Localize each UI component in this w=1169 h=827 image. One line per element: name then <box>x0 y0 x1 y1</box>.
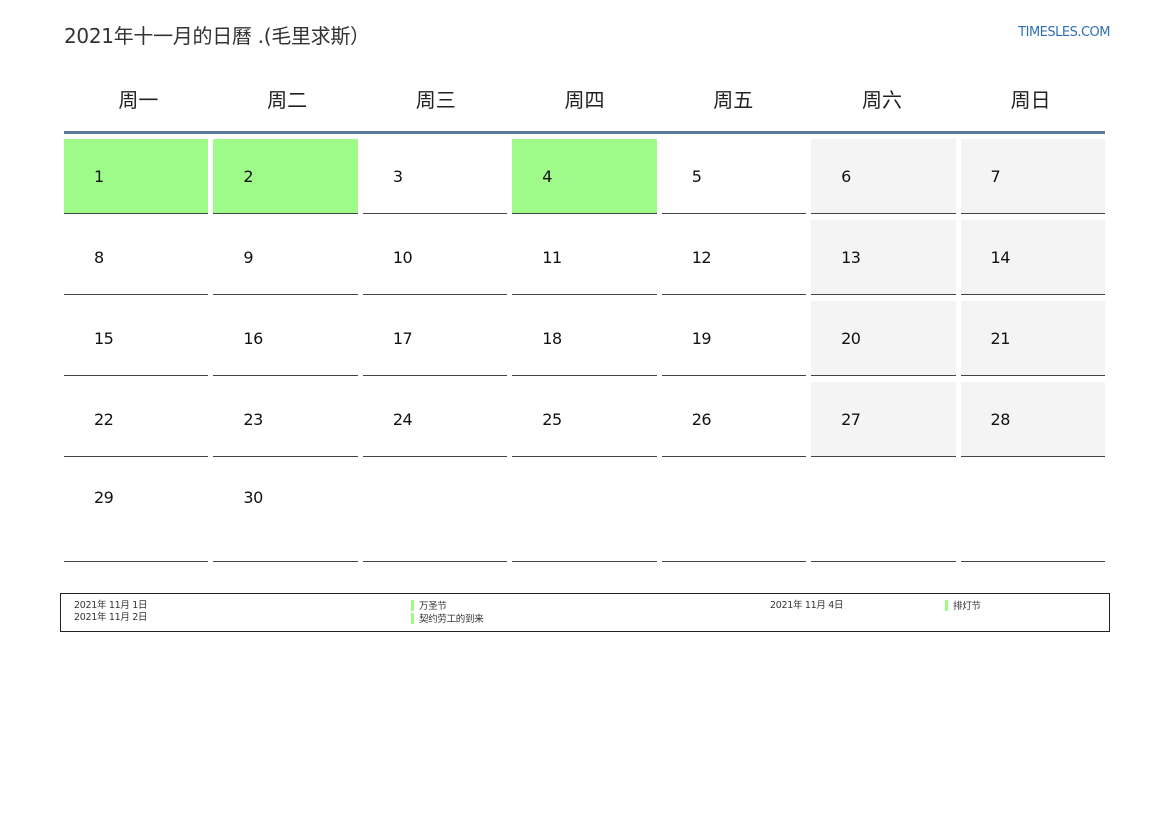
day-cell-weekend[interactable]: 27 <box>811 382 956 457</box>
day-cell[interactable]: 11 <box>512 220 657 295</box>
day-cell[interactable]: 19 <box>661 301 807 376</box>
day-cell-weekend[interactable]: 13 <box>811 220 956 295</box>
day-number: 15 <box>94 329 114 348</box>
day-number: 20 <box>841 329 861 348</box>
day-number: 4 <box>542 167 552 186</box>
day-cell-weekend[interactable]: 14 <box>960 220 1105 295</box>
weekday-header: 周一 周二 周三 周四 周五 周六 周日 <box>64 74 1105 130</box>
day-number: 27 <box>841 410 861 429</box>
legend-holiday: 契约劳工的到来 <box>411 613 484 626</box>
day-number: 16 <box>243 329 263 348</box>
day-cell-weekend[interactable]: 28 <box>960 382 1105 457</box>
day-number: 17 <box>392 329 413 348</box>
day-number: 25 <box>542 410 562 429</box>
legend-date: 2021年 11月 2日 <box>74 612 148 623</box>
day-number: 9 <box>243 248 254 267</box>
day-number: 3 <box>392 167 403 186</box>
weekday-mon: 周一 <box>118 88 159 112</box>
day-cell-holiday[interactable]: 4 <box>512 139 657 214</box>
weekday-fri: 周五 <box>713 88 754 112</box>
day-cell-weekend[interactable]: 7 <box>960 139 1105 214</box>
day-number: 24 <box>392 410 413 429</box>
weekday-sun: 周日 <box>1010 88 1051 112</box>
brand-link[interactable]: TIMESLES.COM <box>1018 25 1110 40</box>
legend-holiday-name: 万圣节 <box>419 601 447 612</box>
day-cell[interactable]: 24 <box>362 382 508 457</box>
weekday-wed: 周三 <box>415 88 456 112</box>
empty-day-cell <box>661 463 807 562</box>
page-title: 2021年十一月的日曆 .(毛里求斯） <box>64 24 370 48</box>
day-cell[interactable]: 23 <box>213 382 358 457</box>
day-cell[interactable]: 12 <box>661 220 807 295</box>
legend-holidays-left: 万圣节 契约劳工的到来 <box>411 600 484 626</box>
day-cell[interactable]: 22 <box>64 382 209 457</box>
day-number: 1 <box>94 167 104 186</box>
legend-holiday-name: 排灯节 <box>953 601 981 612</box>
legend-holiday: 万圣节 <box>411 600 483 613</box>
week-row: 29 30 <box>64 463 1105 562</box>
day-cell[interactable]: 26 <box>661 382 807 457</box>
day-number: 28 <box>990 410 1011 429</box>
day-number: 11 <box>542 248 562 267</box>
holiday-marker <box>945 600 948 611</box>
day-number: 10 <box>392 248 413 267</box>
calendar-grid: 1 2 3 4 5 6 7 8 9 10 11 12 13 14 15 16 1… <box>64 139 1105 568</box>
legend-dates-right: 2021年 11月 4日 <box>770 600 844 612</box>
day-cell[interactable]: 18 <box>512 301 657 376</box>
day-cell-weekend[interactable]: 6 <box>811 139 956 214</box>
legend-holidays-right: 排灯节 <box>945 600 981 613</box>
day-cell[interactable]: 25 <box>512 382 657 457</box>
week-row: 1 2 3 4 5 6 7 <box>64 139 1105 214</box>
day-cell[interactable]: 3 <box>362 139 508 214</box>
day-cell[interactable]: 15 <box>64 301 209 376</box>
weekday-tue: 周二 <box>267 88 308 112</box>
day-number: 23 <box>243 410 263 429</box>
day-cell[interactable]: 10 <box>362 220 508 295</box>
holiday-marker <box>411 613 414 624</box>
weekday-thu: 周四 <box>564 88 605 112</box>
day-number: 19 <box>691 329 712 348</box>
day-cell[interactable]: 8 <box>64 220 209 295</box>
day-number: 18 <box>542 329 562 348</box>
day-number: 2 <box>243 167 254 186</box>
legend-date: 2021年 11月 1日 <box>74 600 148 611</box>
day-number: 30 <box>243 488 263 507</box>
day-cell-holiday[interactable]: 1 <box>64 139 209 214</box>
day-cell-weekend[interactable]: 21 <box>960 301 1105 376</box>
day-cell[interactable]: 5 <box>661 139 807 214</box>
week-row: 22 23 24 25 26 27 28 <box>64 382 1105 457</box>
day-cell[interactable]: 29 <box>64 463 209 562</box>
day-number: 5 <box>691 167 702 186</box>
day-number: 29 <box>94 488 114 507</box>
legend-date: 2021年 11月 4日 <box>770 600 844 611</box>
week-row: 15 16 17 18 19 20 21 <box>64 301 1105 376</box>
day-number: 8 <box>94 248 104 267</box>
holiday-marker <box>411 600 414 611</box>
day-cell[interactable]: 9 <box>213 220 358 295</box>
day-number: 14 <box>990 248 1011 267</box>
weekday-sat: 周六 <box>861 88 902 112</box>
legend-holiday: 排灯节 <box>945 600 981 613</box>
empty-day-cell <box>960 463 1105 562</box>
empty-day-cell <box>512 463 657 562</box>
day-cell[interactable]: 30 <box>213 463 358 562</box>
day-number: 13 <box>841 248 861 267</box>
header-divider <box>64 131 1105 134</box>
day-cell-weekend[interactable]: 20 <box>811 301 956 376</box>
legend-holiday-name: 契约劳工的到来 <box>419 614 484 625</box>
day-cell[interactable]: 16 <box>213 301 358 376</box>
empty-day-cell <box>362 463 508 562</box>
empty-day-cell <box>811 463 956 562</box>
day-number: 21 <box>990 329 1011 348</box>
legend-dates-left: 2021年 11月 1日 2021年 11月 2日 <box>74 600 148 624</box>
day-cell[interactable]: 17 <box>362 301 508 376</box>
day-number: 6 <box>841 167 851 186</box>
day-number: 12 <box>691 248 712 267</box>
day-number: 26 <box>691 410 712 429</box>
day-number: 7 <box>990 167 1001 186</box>
day-number: 22 <box>94 410 114 429</box>
week-row: 8 9 10 11 12 13 14 <box>64 220 1105 295</box>
day-cell-holiday[interactable]: 2 <box>213 139 358 214</box>
holiday-legend: 2021年 11月 1日 2021年 11月 2日 万圣节 契约劳工的到来 20… <box>60 593 1110 632</box>
